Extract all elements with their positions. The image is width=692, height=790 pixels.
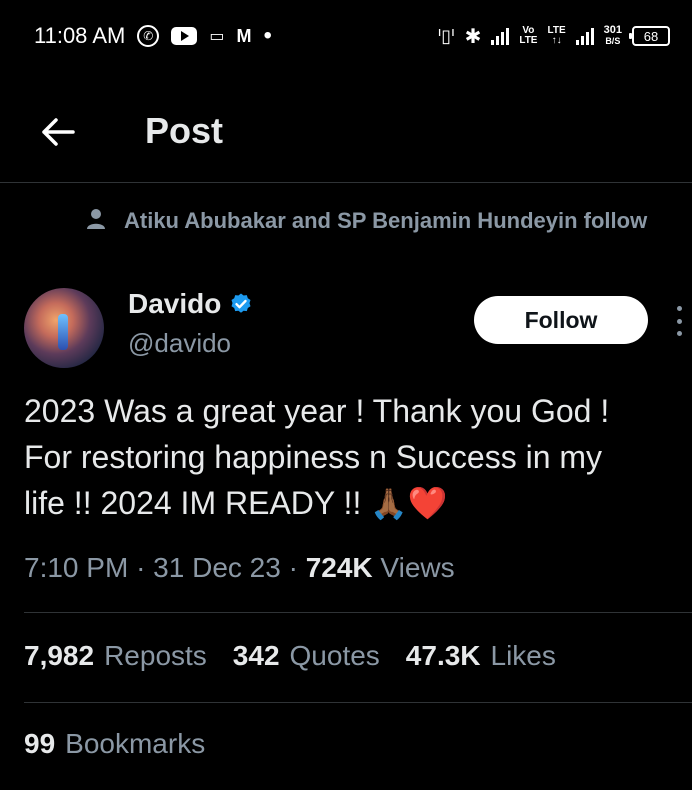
bookmarks-label: Bookmarks — [65, 728, 206, 759]
tweet-time[interactable]: 7:10 PM — [24, 552, 128, 583]
page-title: Post — [145, 110, 224, 151]
stats-divider — [24, 702, 692, 703]
views-count: 724K — [305, 552, 373, 583]
back-button[interactable] — [38, 112, 78, 152]
follow-button[interactable]: Follow — [474, 296, 648, 344]
author-handle[interactable]: @davido — [128, 328, 231, 359]
tweet-text: 2023 Was a great year ! Thank you God ! … — [24, 388, 684, 528]
more-options-icon[interactable] — [672, 306, 686, 336]
reposts-stat[interactable]: 7,982 Reposts — [24, 640, 207, 672]
bookmarks-stat[interactable]: 99 Bookmarks — [24, 728, 205, 760]
status-bar: 11:08 AM ✆ ▭ M • ᑊ▯ᑊ ✱ Vo LTE LTE ↑↓ 301 B/… — [0, 0, 692, 72]
status-time: 11:08 AM — [34, 23, 126, 48]
top-bar: Post — [0, 86, 692, 182]
volte-indicator: Vo LTE — [519, 25, 538, 46]
gmail-icon: M — [236, 25, 252, 46]
arrow-left-icon — [42, 118, 75, 146]
social-context-text: Atiku Abubakar and SP Benjamin Hundeyin … — [124, 208, 648, 233]
author-name-row[interactable]: Davido — [128, 288, 253, 320]
bluetooth-icon: ✱ — [464, 25, 482, 48]
engagement-stats: 7,982 Reposts 342 Quotes 47.3K Likes — [24, 640, 556, 672]
author-name: Davido — [128, 288, 222, 319]
tweet-date[interactable]: 31 Dec 23 — [153, 552, 281, 583]
tweet-line-2: For restoring happiness n Success in my — [24, 439, 603, 475]
battery-level: 68 — [643, 28, 659, 44]
quotes-stat[interactable]: 342 Quotes — [233, 640, 380, 672]
network-speed: 301 B/S — [603, 24, 622, 47]
tweet-meta: 7:10 PM · 31 Dec 23 · 724K Views — [24, 552, 455, 583]
social-context[interactable]: Atiku Abubakar and SP Benjamin Hundeyin … — [86, 204, 686, 240]
header-divider — [0, 182, 692, 183]
verified-badge-icon — [231, 293, 251, 313]
youtube-icon — [171, 27, 198, 45]
gamepad-icon: ▭ — [209, 28, 225, 45]
red-heart-emoji: ❤️ — [407, 485, 448, 521]
tweet-line-1: 2023 Was a great year ! Thank you God ! — [24, 393, 610, 429]
battery-icon: 68 — [629, 26, 670, 46]
avatar[interactable] — [24, 288, 104, 368]
whatsapp-icon: ✆ — [137, 25, 160, 47]
lte-indicator: LTE ↑↓ — [547, 25, 566, 46]
bookmarks-count: 99 — [24, 728, 56, 759]
signal-icon-2 — [575, 27, 594, 45]
praying-hands-emoji: 🙏🏾 — [370, 488, 408, 521]
tweet-line-3: life !! 2024 IM READY !! 🙏🏾❤️ — [24, 480, 684, 528]
views-label: Views — [380, 552, 455, 583]
meta-divider — [24, 612, 692, 613]
likes-stat[interactable]: 47.3K Likes — [406, 640, 556, 672]
dot-icon: • — [263, 22, 272, 49]
person-icon — [86, 204, 108, 240]
vibrate-icon: ᑊ▯ᑊ — [437, 25, 455, 46]
signal-icon — [491, 27, 510, 45]
